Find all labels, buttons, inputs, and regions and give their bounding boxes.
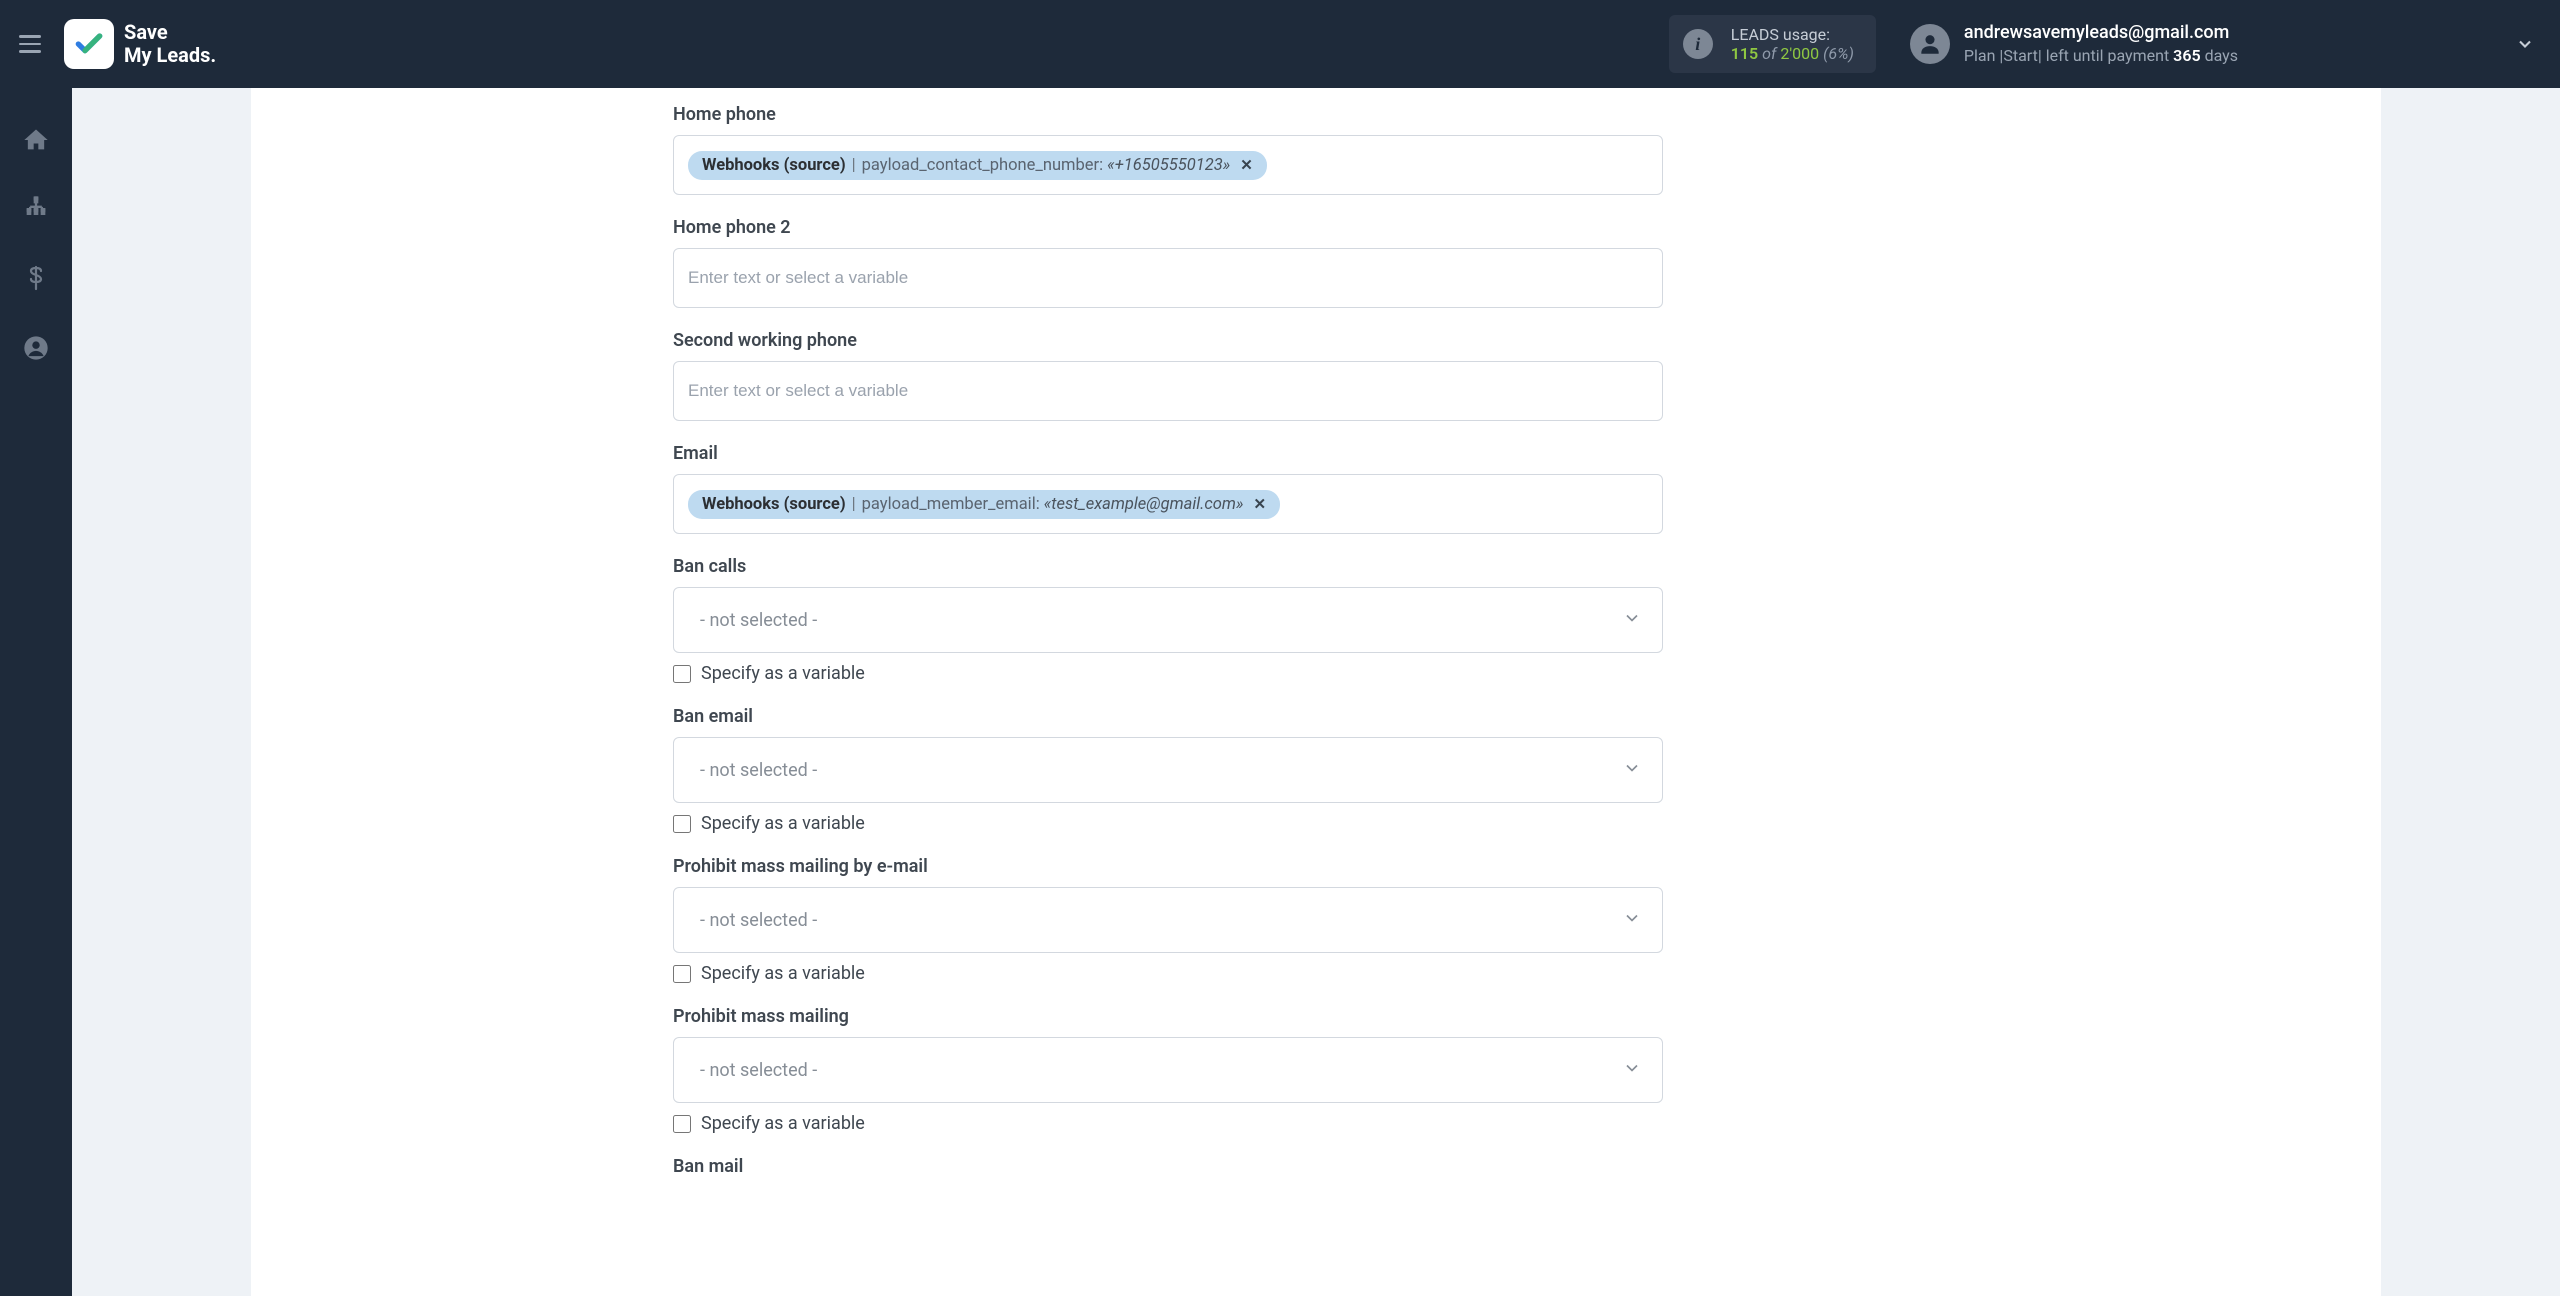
checkbox-label[interactable]: Specify as a variable [701, 1113, 865, 1134]
chevron-down-icon [2515, 34, 2535, 54]
input-email[interactable]: Webhooks (source) | payload_member_email… [673, 474, 1663, 534]
user-menu[interactable]: andrewsavemyleads@gmail.com Plan |Start|… [1910, 21, 2238, 67]
chip-source: Webhooks (source) [702, 156, 846, 175]
checkmark-icon [73, 28, 105, 60]
label-ban-mail: Ban mail [673, 1156, 1663, 1177]
chevron-down-icon [1622, 908, 1642, 932]
avatar-icon [1910, 24, 1950, 64]
leads-usage-widget[interactable]: i LEADS usage: 115 of 2'000 (6%) [1669, 15, 1876, 73]
nav-account-icon[interactable] [22, 334, 50, 366]
logo[interactable]: Save My Leads. [64, 19, 216, 69]
input-home-phone[interactable]: Webhooks (source) | payload_contact_phon… [673, 135, 1663, 195]
user-menu-caret[interactable] [2514, 33, 2536, 55]
user-email: andrewsavemyleads@gmail.com [1964, 21, 2238, 45]
input-second-working-phone[interactable] [673, 361, 1663, 421]
field-ban-mail: Ban mail [673, 1156, 1663, 1177]
form-panel: Home phone Webhooks (source) | payload_c… [251, 88, 2381, 1296]
chevron-down-icon [1622, 1058, 1642, 1082]
chip-source: Webhooks (source) [702, 495, 846, 514]
nav-billing-icon[interactable] [24, 262, 48, 298]
leads-usage-percent: (6%) [1823, 44, 1854, 63]
logo-text: Save My Leads. [124, 21, 216, 67]
chip-home-phone[interactable]: Webhooks (source) | payload_contact_phon… [688, 151, 1267, 180]
logo-line2: My Leads. [124, 43, 216, 67]
label-prohibit-mass-mailing-email: Prohibit mass mailing by e-mail [673, 856, 1663, 877]
content-area: Home phone Webhooks (source) | payload_c… [72, 88, 2560, 1296]
label-home-phone-2: Home phone 2 [673, 217, 1663, 238]
input-home-phone-2[interactable] [673, 248, 1663, 308]
label-prohibit-mass-mailing: Prohibit mass mailing [673, 1006, 1663, 1027]
select-ban-calls[interactable]: - not selected - [673, 587, 1663, 653]
label-ban-email: Ban email [673, 706, 1663, 727]
select-ban-email[interactable]: - not selected - [673, 737, 1663, 803]
chip-field-name: payload_member_email: [862, 495, 1040, 514]
checkbox-ban-calls-var[interactable] [673, 665, 691, 683]
field-prohibit-mass-mailing: Prohibit mass mailing - not selected - S… [673, 1006, 1663, 1134]
logo-mark-icon [64, 19, 114, 69]
header-bar: Save My Leads. i LEADS usage: 115 of 2'0… [0, 0, 2560, 88]
select-text: - not selected - [700, 760, 817, 781]
checkbox-label[interactable]: Specify as a variable [701, 813, 865, 834]
nav-integrations-icon[interactable] [22, 194, 50, 226]
leads-usage-total: 2'000 [1780, 44, 1819, 63]
select-prohibit-mass-mailing-email[interactable]: - not selected - [673, 887, 1663, 953]
select-text: - not selected - [700, 610, 817, 631]
checkbox-label[interactable]: Specify as a variable [701, 663, 865, 684]
field-prohibit-mass-mailing-email: Prohibit mass mailing by e-mail - not se… [673, 856, 1663, 984]
checkbox-prohibit-mass-mailing-var[interactable] [673, 1115, 691, 1133]
field-home-phone-2: Home phone 2 [673, 217, 1663, 308]
user-plan-line: Plan |Start| left until payment 365 days [1964, 45, 2238, 67]
logo-line1: Save [124, 20, 168, 44]
info-icon: i [1683, 29, 1713, 59]
select-text: - not selected - [700, 1060, 817, 1081]
sidebar [0, 88, 72, 1296]
leads-usage-of: of [1762, 44, 1776, 63]
text-input-second-working-phone[interactable] [688, 373, 1648, 409]
chip-email[interactable]: Webhooks (source) | payload_member_email… [688, 490, 1280, 519]
label-ban-calls: Ban calls [673, 556, 1663, 577]
field-email: Email Webhooks (source) | payload_member… [673, 443, 1663, 534]
field-home-phone: Home phone Webhooks (source) | payload_c… [673, 104, 1663, 195]
label-home-phone: Home phone [673, 104, 1663, 125]
field-second-working-phone: Second working phone [673, 330, 1663, 421]
nav-home-icon[interactable] [22, 126, 50, 158]
chip-value: «+16505550123» [1107, 156, 1230, 175]
hamburger-menu-icon[interactable] [12, 26, 48, 62]
text-input-home-phone-2[interactable] [688, 260, 1648, 296]
checkbox-label[interactable]: Specify as a variable [701, 963, 865, 984]
select-text: - not selected - [700, 910, 817, 931]
field-ban-calls: Ban calls - not selected - Specify as a … [673, 556, 1663, 684]
field-ban-email: Ban email - not selected - Specify as a … [673, 706, 1663, 834]
chip-field-name: payload_contact_phone_number: [862, 156, 1103, 175]
select-prohibit-mass-mailing[interactable]: - not selected - [673, 1037, 1663, 1103]
chip-remove-icon[interactable]: ✕ [1240, 156, 1253, 174]
checkbox-ban-email-var[interactable] [673, 815, 691, 833]
checkbox-prohibit-mass-mailing-email-var[interactable] [673, 965, 691, 983]
chip-remove-icon[interactable]: ✕ [1254, 495, 1267, 513]
chevron-down-icon [1622, 608, 1642, 632]
leads-usage-current: 115 [1731, 44, 1758, 63]
leads-usage-title: LEADS usage: [1731, 25, 1854, 44]
label-second-working-phone: Second working phone [673, 330, 1663, 351]
label-email: Email [673, 443, 1663, 464]
user-icon [1917, 31, 1943, 57]
chevron-down-icon [1622, 758, 1642, 782]
chip-value: «test_example@gmail.com» [1044, 495, 1244, 514]
